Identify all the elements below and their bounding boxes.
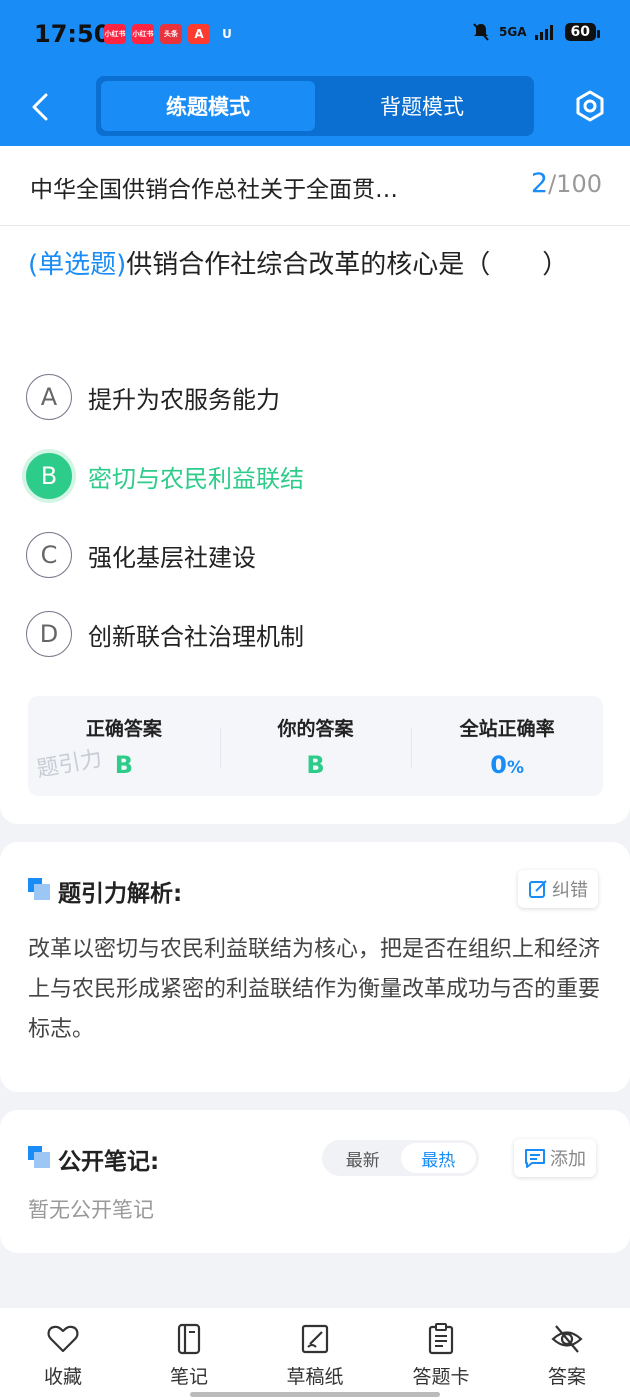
edit-icon: [529, 880, 547, 898]
back-arrow-icon[interactable]: [28, 92, 52, 122]
sort-hottest[interactable]: 最热: [400, 1143, 476, 1173]
notebook-icon: [177, 1323, 201, 1355]
report-error-button[interactable]: 纠错: [518, 870, 598, 908]
nav-answer-card[interactable]: 答题卡: [378, 1308, 504, 1400]
accuracy-column: 全站正确率 0%: [411, 696, 603, 796]
nav-favorite[interactable]: 收藏: [0, 1308, 126, 1400]
xiaohongshu-app-icon: 小红书: [132, 24, 154, 44]
status-bar: 17:50 小红书 小红书 头条 A U 5GA 60: [0, 0, 630, 68]
header: 17:50 小红书 小红书 头条 A U 5GA 60 练题模式 背题模式: [0, 0, 630, 146]
option-text: 创新联合社治理机制: [88, 622, 304, 651]
section-square-icon: [28, 1146, 50, 1168]
mute-bell-icon: [473, 23, 489, 41]
eye-off-icon: [551, 1325, 583, 1353]
nav-label: 收藏: [43, 1366, 82, 1388]
toutiao-app-icon: 头条: [160, 24, 182, 44]
option-c[interactable]: C 强化基层社建设: [26, 532, 256, 578]
add-note-label: 添加: [550, 1149, 586, 1170]
network-type: 5GA: [499, 25, 527, 39]
tab-practice-mode[interactable]: 练题模式: [101, 81, 315, 131]
nav-draft[interactable]: 草稿纸: [252, 1308, 378, 1400]
tab-memorize-mode[interactable]: 背题模式: [315, 81, 529, 131]
settings-icon[interactable]: [574, 90, 606, 122]
notes-title: 公开笔记:: [58, 1149, 160, 1175]
accuracy-number: 0: [490, 751, 507, 779]
option-letter: A: [26, 374, 72, 420]
your-answer-value: B: [306, 751, 325, 779]
question-text: 供销合作社综合改革的核心是（ ）: [126, 250, 569, 280]
option-d[interactable]: D 创新联合社治理机制: [26, 611, 304, 657]
answer-summary: 正确答案 B 题引力 你的答案 B 全站正确率 0%: [28, 696, 603, 796]
home-indicator[interactable]: [190, 1392, 440, 1397]
total-questions: /100: [548, 170, 602, 198]
question-title-row: 中华全国供销合作总社关于全面贯… 2/100: [0, 146, 630, 226]
xiaohongshu-app-icon: 小红书: [104, 24, 126, 44]
question-card: 中华全国供销合作总社关于全面贯… 2/100 (单选题)供销合作社综合改革的核心…: [0, 146, 630, 824]
draft-icon: [301, 1324, 329, 1354]
heart-icon: [47, 1325, 79, 1353]
add-note-button[interactable]: 添加: [514, 1139, 596, 1177]
report-error-label: 纠错: [552, 880, 588, 901]
nav-label: 答案: [547, 1366, 586, 1388]
question-stem: (单选题)供销合作社综合改革的核心是（ ）: [28, 238, 588, 292]
empty-notes-text: 暂无公开笔记: [28, 1198, 154, 1222]
analysis-card: 题引力解析: 纠错 改革以密切与农民利益联结为核心，把是否在组织上和经济上与农民…: [0, 842, 630, 1092]
nav-label: 笔记: [169, 1366, 208, 1388]
option-b[interactable]: B 密切与农民利益联结: [26, 453, 304, 499]
bottom-nav: 收藏 笔记 草稿纸 答题卡 答案: [0, 1308, 630, 1400]
your-answer-column: 你的答案 B: [219, 696, 412, 796]
option-letter: B: [26, 453, 72, 499]
comment-icon: [525, 1149, 545, 1168]
answer-card-icon: [428, 1323, 454, 1355]
question-progress: 2/100: [531, 168, 602, 199]
status-indicators: 5GA 60: [471, 22, 601, 42]
notes-card: 公开笔记: 最新 最热 添加 暂无公开笔记: [0, 1110, 630, 1253]
option-letter: D: [26, 611, 72, 657]
nav-label: 答题卡: [412, 1366, 470, 1388]
accuracy-unit: %: [507, 758, 525, 778]
option-text: 提升为农服务能力: [88, 385, 280, 414]
nav-answer[interactable]: 答案: [504, 1308, 630, 1400]
mode-tabs: 练题模式 背题模式: [96, 76, 534, 136]
question-type: (单选题): [28, 250, 127, 280]
section-square-icon: [28, 878, 50, 900]
app-u-icon: U: [216, 24, 238, 44]
option-text: 密切与农民利益联结: [88, 464, 304, 493]
notes-sort-toggle: 最新 最热: [322, 1140, 479, 1176]
sort-latest[interactable]: 最新: [325, 1143, 401, 1173]
status-time: 17:50: [34, 20, 111, 48]
accuracy-value: 0%: [411, 751, 603, 779]
signal-icon: [534, 25, 553, 40]
your-answer-label: 你的答案: [277, 718, 354, 740]
correct-answer-column: 正确答案 B 题引力: [28, 696, 220, 796]
accuracy-label: 全站正确率: [459, 718, 555, 740]
analysis-text: 改革以密切与农民利益联结为核心，把是否在组织上和经济上与农民形成紧密的利益联结作…: [28, 937, 601, 1042]
option-letter: C: [26, 532, 72, 578]
exam-title: 中华全国供销合作总社关于全面贯…: [30, 177, 398, 203]
nav-notes[interactable]: 笔记: [126, 1308, 252, 1400]
notification-app-icons: 小红书 小红书 头条 A U: [104, 24, 238, 44]
option-a[interactable]: A 提升为农服务能力: [26, 374, 280, 420]
correct-answer-label: 正确答案: [85, 718, 162, 740]
option-text: 强化基层社建设: [88, 543, 256, 572]
battery-indicator: 60: [564, 23, 601, 41]
app-a-icon: A: [188, 24, 210, 44]
nav-label: 草稿纸: [286, 1366, 344, 1388]
analysis-title: 题引力解析:: [58, 881, 183, 907]
current-question-number: 2: [530, 168, 549, 199]
